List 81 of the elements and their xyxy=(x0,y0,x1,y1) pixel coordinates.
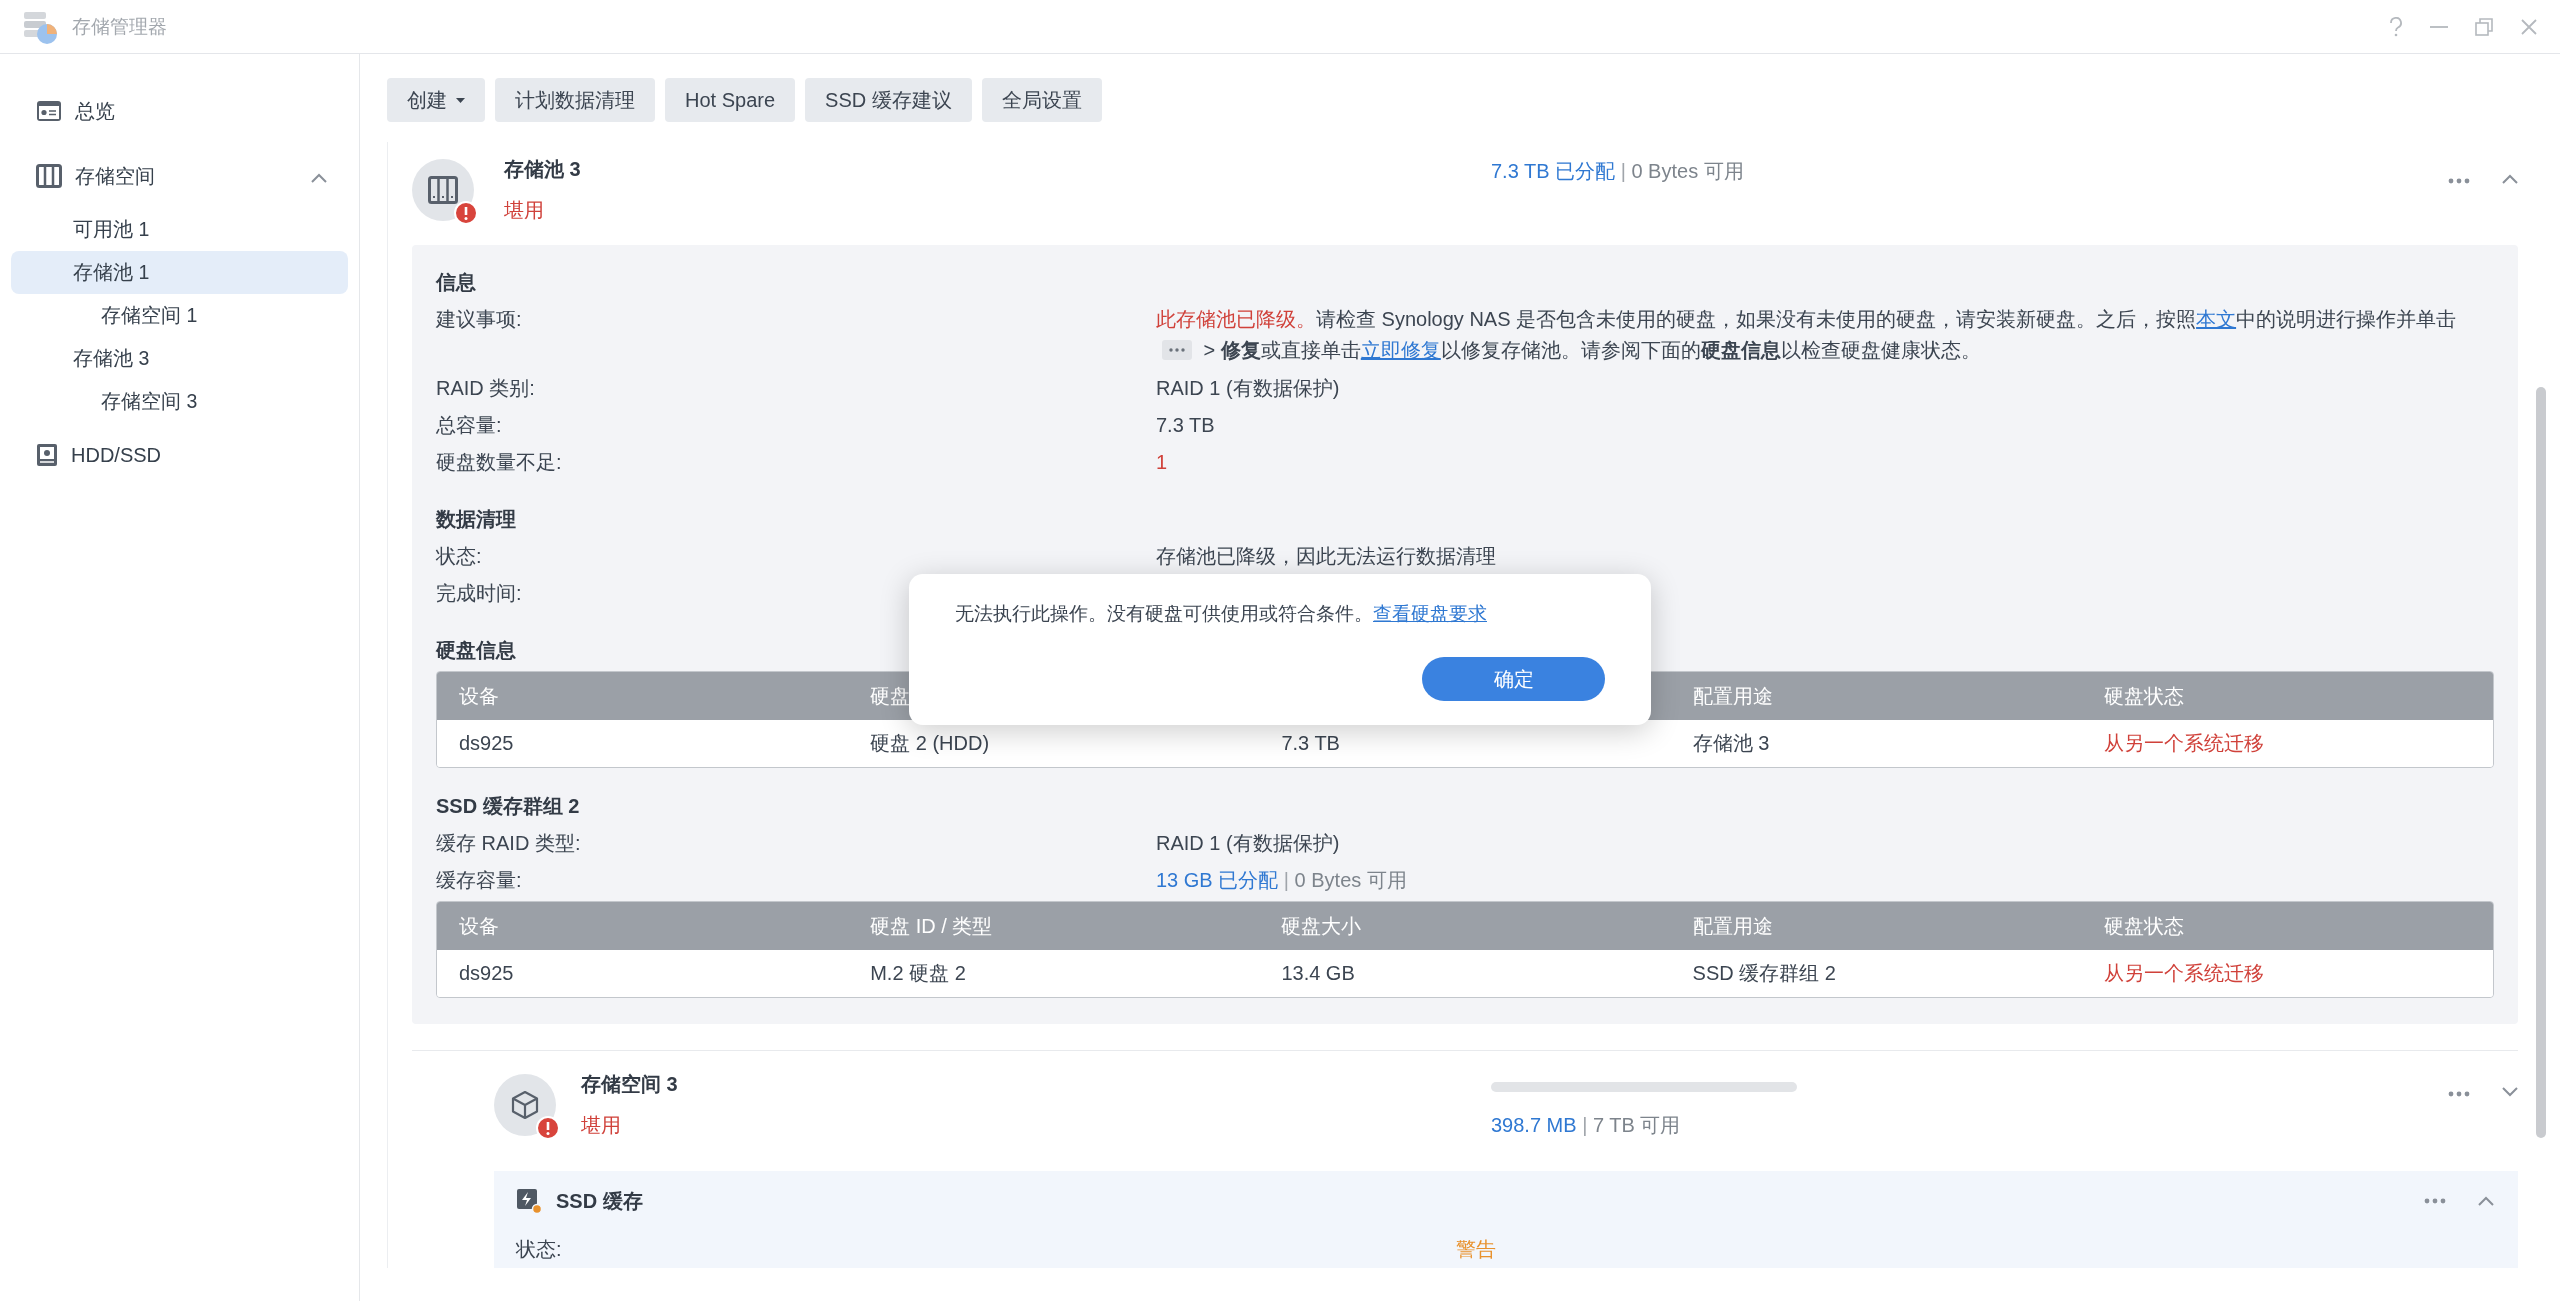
inline-link[interactable]: 本文 xyxy=(2196,308,2237,330)
sidebar-item[interactable]: 总览 xyxy=(11,89,348,133)
pool-name: 存储池 3 xyxy=(504,156,581,182)
section-heading: 数据清理 xyxy=(436,507,517,532)
drive-icon xyxy=(36,443,58,467)
section-heading: 硬盘信息 xyxy=(436,638,517,663)
advice-text: 此存储池已降级。请检查 Synology NAS 是否包含未使用的硬盘，如果没有未使用的硬盘，请安装新硬盘。之后，按照本文中的说明进行操作并单击 > 修复或直接单击立即修复以修复存储池。请参阅下面的硬盘信息以检查硬盘健康状态。 xyxy=(1156,307,2458,363)
dialog-message: 无法执行此操作。没有硬盘可供使用或符合条件。查看硬盘要求 xyxy=(955,602,1488,626)
restore-icon xyxy=(2475,17,2493,36)
more-icon xyxy=(2424,1198,2446,1204)
toolbar-button[interactable]: 计划数据清理 xyxy=(495,78,655,122)
capacity-text: 398.7 MB | 7 TB 可用 xyxy=(1491,1114,1681,1136)
field-value: 7.3 TB xyxy=(1156,413,1216,438)
more-icon xyxy=(2448,1091,2470,1097)
table-cell-text: 硬盘 2 (HDD) xyxy=(869,731,991,756)
field-value: 警告 xyxy=(1456,1237,1497,1262)
table-cell-text: SSD 缓存群组 2 xyxy=(1691,961,1837,986)
field-label: RAID 类别: xyxy=(436,376,536,401)
column-header: 设备 xyxy=(458,913,500,939)
minimize-icon xyxy=(2430,25,2448,28)
column-header: 配置用途 xyxy=(1691,913,1774,939)
volume-status: 堪用 xyxy=(581,1113,622,1138)
field-value: 存储池已降级，因此无法运行数据清理 xyxy=(1156,544,1497,569)
sidebar-item[interactable]: HDD/SSD xyxy=(11,433,348,477)
confirm-button[interactable]: 确定 xyxy=(1422,657,1605,701)
field-label: 缓存 RAID 类型: xyxy=(436,831,582,856)
volume-name: 存储空间 3 xyxy=(581,1072,678,1097)
cube-icon xyxy=(511,1090,539,1120)
column-header: 硬盘状态 xyxy=(2102,683,2185,709)
pool-status: 堪用 xyxy=(504,197,545,223)
column-header: 硬盘 xyxy=(869,683,912,709)
ssd-cache-title: SSD 缓存 xyxy=(556,1188,643,1214)
field-label: 状态: xyxy=(516,1237,563,1262)
field-value: RAID 1 (有数据保护) xyxy=(1156,831,1341,856)
storage-icon xyxy=(36,164,62,188)
capacity-text: 13 GB 已分配 | 0 Bytes 可用 xyxy=(1156,869,1407,891)
sidebar-item[interactable]: 存储空间 xyxy=(11,154,348,198)
overview-icon xyxy=(36,100,62,122)
close-icon xyxy=(2520,17,2538,36)
drive-bay-icon xyxy=(428,175,458,204)
column-header: 配置用途 xyxy=(1691,683,1774,709)
column-header: 硬盘状态 xyxy=(2102,913,2185,939)
toolbar-button[interactable]: SSD 缓存建议 xyxy=(805,78,972,122)
field-value: 1 xyxy=(1156,450,1169,475)
toolbar-button[interactable]: 全局设置 xyxy=(981,78,1102,122)
sidebar-item[interactable]: 存储空间 1 xyxy=(11,294,348,337)
field-label: 硬盘数量不足: xyxy=(436,450,563,475)
disk-requirements-link[interactable]: 查看硬盘要求 xyxy=(1373,603,1487,624)
sidebar-item[interactable]: 存储池 1 xyxy=(11,251,348,294)
table-cell-text: M.2 硬盘 2 xyxy=(869,961,967,986)
field-label: 完成时间: xyxy=(436,581,523,606)
table-cell-text: 从另一个系统迁移 xyxy=(2102,731,2265,756)
table-cell-text: ds925 xyxy=(458,961,515,986)
window-title: 存储管理器 xyxy=(72,14,167,39)
section-heading: SSD 缓存群组 2 xyxy=(436,794,581,819)
field-label: 缓存容量: xyxy=(436,868,523,893)
table-cell-text: 从另一个系统迁移 xyxy=(2102,961,2265,986)
field-label: 总容量: xyxy=(436,413,503,438)
table-cell-text: ds925 xyxy=(458,731,515,756)
more-icon xyxy=(2448,178,2470,184)
table-cell-text: 13.4 GB xyxy=(1280,961,1356,986)
toolbar-button[interactable]: Hot Spare xyxy=(665,78,796,122)
lightning-icon xyxy=(516,1188,542,1214)
sidebar-item[interactable]: 存储空间 3 xyxy=(11,380,348,423)
column-header: 硬盘 ID / 类型 xyxy=(869,913,994,939)
table-cell-text: 存储池 3 xyxy=(1691,731,1771,756)
field-label: 建议事项: xyxy=(436,307,523,332)
field-value: RAID 1 (有数据保护) xyxy=(1156,376,1341,401)
sidebar-item[interactable]: 可用池 1 xyxy=(11,208,348,251)
capacity-text: 7.3 TB 已分配 | 0 Bytes 可用 xyxy=(1491,160,1744,182)
help-icon xyxy=(2389,16,2403,37)
section-heading: 信息 xyxy=(436,270,477,295)
column-header: 硬盘大小 xyxy=(1280,913,1363,939)
table-cell-text: 7.3 TB xyxy=(1280,731,1341,756)
sidebar-item[interactable]: 存储池 3 xyxy=(11,337,348,380)
toolbar-button[interactable]: 创建 xyxy=(387,78,485,122)
more-icon xyxy=(1162,340,1192,360)
field-label: 状态: xyxy=(436,544,483,569)
scrollbar[interactable] xyxy=(2536,387,2546,1138)
column-header: 设备 xyxy=(458,683,500,709)
inline-link[interactable]: 立即修复 xyxy=(1360,339,1441,361)
